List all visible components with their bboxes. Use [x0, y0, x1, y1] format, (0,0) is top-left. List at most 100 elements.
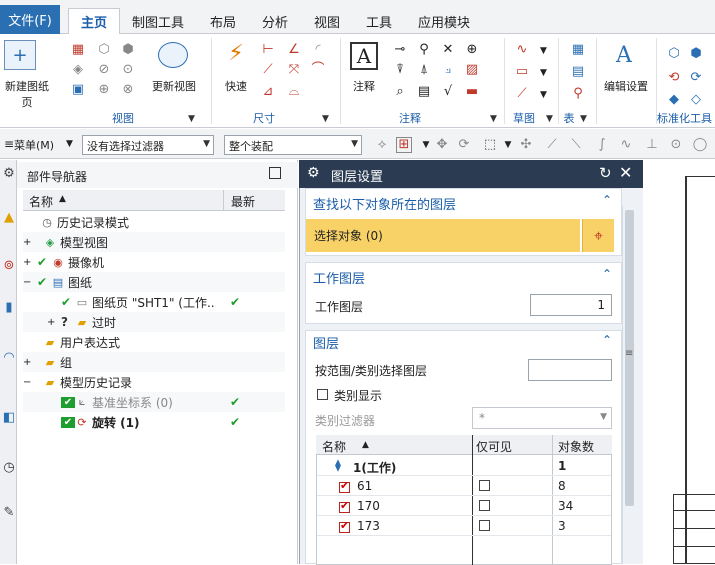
dialog-scrollbar[interactable]: ≡	[622, 206, 636, 564]
feature-control-frame-icon[interactable]: ⊸	[392, 42, 408, 58]
section-view-icon[interactable]: ◈	[70, 62, 86, 78]
crosshair-select-icon[interactable]: ⌖	[582, 219, 614, 252]
column-visible-only[interactable]: 仅可见	[476, 438, 512, 455]
standard-tool-icon[interactable]: ⬡	[666, 46, 682, 62]
sort-up-icon[interactable]: ▲	[362, 440, 369, 450]
view-align-icon[interactable]: ⊕	[96, 82, 112, 98]
close-icon[interactable]: ✕	[619, 163, 632, 182]
endpoint-snap-icon[interactable]: ⟍	[568, 137, 584, 153]
tree-row-user-expressions[interactable]: ▰ 用户表达式	[23, 332, 285, 352]
tab-home[interactable]: 主页	[68, 8, 120, 34]
center-snap-icon[interactable]: ⊙	[668, 137, 684, 153]
edit-settings-label[interactable]: 编辑设置	[598, 78, 654, 94]
collapse-icon[interactable]: ⌃	[602, 267, 612, 281]
sort-up-icon[interactable]: ▲	[59, 194, 66, 204]
select-all-icon[interactable]: ✣	[518, 137, 534, 153]
layer-selectable-checkbox[interactable]	[339, 499, 350, 513]
tree-row-model-views[interactable]: + ◈ 模型视图	[23, 232, 285, 252]
annotation-group-dropdown-icon[interactable]: ▼	[490, 114, 497, 124]
menu-button[interactable]: 菜单(M)	[14, 137, 54, 153]
new-sheet-icon[interactable]: +	[4, 40, 36, 70]
assembly-navigator-icon[interactable]: ▲	[1, 210, 17, 226]
part-navigator-icon[interactable]: ▮	[1, 300, 17, 316]
tree-row-history-mode[interactable]: ◷ 历史记录模式	[40, 212, 285, 232]
column-name[interactable]: 名称	[29, 193, 53, 210]
web-browser-icon[interactable]: ◠	[1, 350, 17, 366]
rectangle-select-icon[interactable]: ⬚	[482, 137, 498, 153]
file-menu[interactable]: 文件(F)	[0, 5, 60, 34]
expand-icon[interactable]: +	[23, 357, 37, 368]
assembly-scope-dropdown[interactable]: 整个装配 ▼	[224, 135, 362, 155]
table-group-dropdown-icon[interactable]: ▼	[580, 114, 587, 124]
linear-dimension-icon[interactable]: ⊢	[260, 42, 276, 58]
layer-row[interactable]: ⧫ 1(工作) 1	[317, 456, 611, 476]
radial-dimension-icon[interactable]: ◜	[310, 42, 326, 58]
range-select-input[interactable]	[528, 359, 612, 381]
selection-filter-dropdown[interactable]: 没有选择过滤器 ▼	[82, 135, 214, 155]
column-latest[interactable]: 最新	[231, 193, 255, 210]
view-options-icon[interactable]: ⊙	[120, 62, 136, 78]
sketch-line-icon[interactable]: ⟋	[514, 86, 530, 102]
column-object-count[interactable]: 对象数	[558, 438, 594, 455]
tree-row-outdated[interactable]: + ? ▰ 过时	[23, 312, 285, 332]
visible-check-icon[interactable]: ✔	[37, 275, 51, 289]
check-symbol-icon[interactable]: √	[440, 84, 456, 100]
ordinate-dimension-icon[interactable]: ⊿	[260, 84, 276, 100]
expand-icon[interactable]: +	[47, 317, 61, 328]
standard-tool-icon[interactable]: ◇	[688, 92, 704, 108]
dimension-group-dropdown-icon[interactable]: ▼	[322, 114, 329, 124]
sketch-rectangle-icon[interactable]: ▭	[514, 64, 530, 80]
maximize-icon[interactable]	[269, 167, 281, 179]
perimeter-dimension-icon[interactable]: ⌓	[286, 84, 302, 100]
sketch-curve-icon[interactable]: ∿	[514, 42, 530, 58]
datum-target-icon[interactable]: ⍒	[392, 62, 408, 78]
collapse-icon[interactable]: −	[23, 277, 37, 288]
note-icon[interactable]: A	[350, 42, 378, 70]
surface-finish-icon[interactable]: ⟓	[440, 62, 456, 78]
tab-layout[interactable]: 布局	[200, 8, 246, 34]
perpendicular-snap-icon[interactable]: ⊥	[644, 137, 660, 153]
curve-snap-icon[interactable]: ∫	[594, 137, 610, 153]
standard-tool-icon[interactable]: ⟲	[666, 70, 682, 86]
chamfer-dimension-icon[interactable]: ⟋	[260, 62, 276, 78]
detail-view-icon[interactable]: ⬢	[120, 42, 136, 58]
midpoint-snap-icon[interactable]: ∿	[618, 137, 634, 153]
select-point-icon[interactable]: ⊞	[396, 137, 412, 153]
menu-dropdown-icon[interactable]: ▼	[66, 139, 73, 149]
collapse-icon[interactable]: −	[23, 377, 37, 388]
break-view-icon[interactable]: ⊘	[96, 62, 112, 78]
rotate-icon[interactable]: ⟳	[456, 137, 472, 153]
constraint-navigator-icon[interactable]: ⊚	[1, 258, 17, 274]
tree-row-revolve[interactable]: ✔ ⟳ 旋转 (1) ✔	[23, 412, 285, 432]
tree-row-drawing[interactable]: − ✔ ▤ 图纸	[23, 272, 285, 292]
menu-icon[interactable]: ≡	[4, 137, 14, 151]
view-group-dropdown-icon[interactable]: ▼	[188, 114, 195, 124]
tab-analysis[interactable]: 分析	[252, 8, 298, 34]
tab-applications[interactable]: 应用模块	[410, 8, 478, 34]
work-layer-input[interactable]: 1	[530, 294, 612, 316]
category-filter-dropdown[interactable]: * ▼	[472, 407, 612, 429]
visible-only-checkbox[interactable]	[479, 500, 490, 511]
tab-drafting-tools[interactable]: 制图工具	[124, 8, 192, 34]
collapse-icon[interactable]: ⌃	[602, 333, 612, 347]
sketch-dropdown-icon[interactable]: ▼	[540, 90, 547, 100]
rapid-dimension-icon[interactable]: ⚡	[224, 42, 248, 66]
update-view-label[interactable]: 更新视图	[148, 78, 200, 94]
tree-row-camera[interactable]: + ✔ ◉ 摄像机	[23, 252, 285, 272]
drawing-canvas[interactable]	[643, 160, 715, 564]
rapid-dimension-label[interactable]: 快速	[216, 78, 256, 94]
thickness-dimension-icon[interactable]: ⤧	[286, 62, 302, 78]
tree-row-sheet-sht1[interactable]: ✔ ▭ 图纸页 "SHT1" (工作... ✔	[23, 292, 285, 312]
area-fill-icon[interactable]: ▬	[464, 84, 480, 100]
column-name[interactable]: 名称	[322, 438, 346, 455]
chevron-down-icon[interactable]: ▼	[500, 137, 516, 153]
sketch-group-dropdown-icon[interactable]: ▼	[546, 114, 553, 124]
chevron-down-icon[interactable]: ▼	[418, 137, 434, 153]
sketch-dropdown-icon[interactable]: ▼	[540, 46, 547, 56]
update-view-icon[interactable]	[158, 42, 188, 68]
datum-feature-icon[interactable]: ⚲	[416, 42, 432, 58]
cross-icon[interactable]: ✕	[440, 42, 456, 58]
roles-icon[interactable]: ✎	[1, 505, 17, 521]
standard-tool-icon[interactable]: ◆	[666, 92, 682, 108]
drawing-view-icon[interactable]: ▣	[70, 82, 86, 98]
